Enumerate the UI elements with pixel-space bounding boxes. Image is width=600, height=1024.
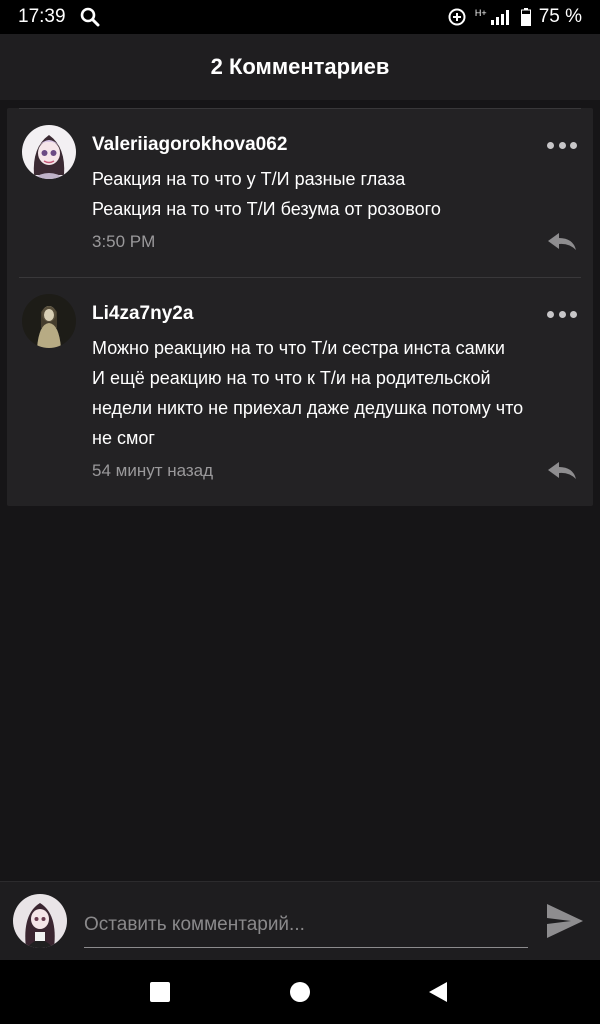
comment-timestamp: 54 минут назад (92, 461, 214, 480)
status-time: 17:39 (18, 6, 66, 27)
page-title: 2 Комментариев (210, 54, 390, 79)
home-icon[interactable] (290, 982, 310, 1002)
comment-composer (0, 881, 600, 960)
reply-icon[interactable] (547, 461, 577, 481)
back-icon[interactable] (428, 981, 448, 1003)
signal-icon (490, 10, 509, 25)
comments-list: Valeriiagorokhova062 Реакция на то что у… (7, 108, 593, 506)
sync-icon (448, 8, 466, 26)
status-bar: 17:39 H+ 75 % (0, 0, 600, 34)
comment-text-line: Можно реакцию на то что Т/и сестра инста… (92, 338, 505, 358)
recents-icon[interactable] (150, 982, 170, 1002)
more-icon[interactable] (547, 139, 577, 151)
comment-username[interactable]: Li4za7ny2a (92, 303, 193, 325)
comment-text-line: Реакция на то что у Т/И разные глаза (92, 169, 406, 189)
comments-screen: 17:39 H+ 75 % 2 Комментариев Valeriiagor… (0, 0, 600, 1024)
comment-username[interactable]: Valeriiagorokhova062 (92, 134, 287, 156)
battery-icon (520, 8, 531, 26)
search-icon (80, 7, 100, 27)
comment-item: Li4za7ny2a Можно реакцию на то что Т/и с… (7, 277, 593, 506)
reply-icon[interactable] (547, 232, 577, 252)
navigation-bar (0, 960, 600, 1024)
header: 2 Комментариев (0, 34, 600, 100)
comment-text-line: не смог (92, 428, 155, 448)
comment-timestamp: 3:50 PM (92, 232, 156, 251)
battery-percent: 75 % (538, 6, 582, 27)
avatar[interactable] (22, 125, 76, 179)
status-indicators: H+ 75 % (447, 6, 582, 28)
more-icon[interactable] (547, 308, 577, 320)
current-user-avatar (13, 894, 67, 948)
network-type: H+ (474, 7, 487, 18)
avatar[interactable] (22, 294, 76, 348)
comment-input[interactable] (84, 902, 528, 948)
comment-item: Valeriiagorokhova062 Реакция на то что у… (7, 108, 593, 277)
comment-text-line: Реакция на то что Т/И безума от розового (92, 199, 441, 219)
send-icon[interactable] (545, 902, 585, 940)
comment-text-line: И ещё реакцию на то что к Т/и на родител… (92, 368, 491, 388)
comment-text-line: недели никто не приехал даже дедушка пот… (92, 398, 524, 418)
